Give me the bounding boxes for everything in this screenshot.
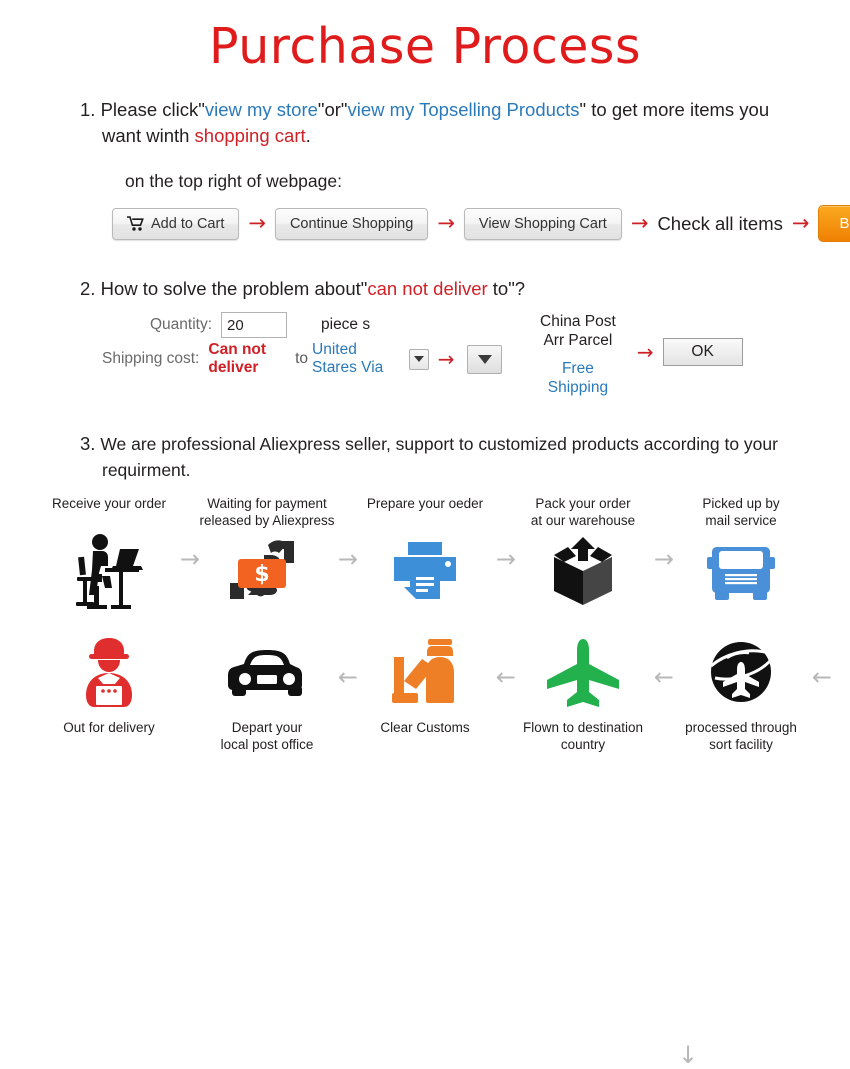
buy-now-button[interactable]: Buy Now [818, 205, 850, 242]
quantity-label: Quantity: [149, 316, 212, 333]
package-box-icon [504, 529, 662, 615]
svg-text:$: $ [254, 562, 269, 587]
car-icon [188, 629, 346, 715]
shopping-cart-text: shopping cart [194, 125, 306, 146]
free-shipping-line1: Free [561, 360, 594, 377]
step-1-text-d: winth [146, 125, 195, 146]
flow-caption-5: Picked up by mail service [702, 496, 780, 528]
flow-step-picked-up: Picked up by mail service [662, 495, 820, 615]
continue-shopping-button[interactable]: Continue Shopping [274, 207, 429, 240]
flowchart-row-2: Out for delivery Depart your local post … [0, 629, 850, 753]
view-shopping-cart-button[interactable]: View Shopping Cart [463, 207, 622, 240]
shipping-cost-row: Shipping cost: Can not deliver to United… [102, 341, 502, 376]
chevron-down-icon-small [413, 356, 424, 362]
step-1-subnote: on the top right of webpage: [125, 171, 342, 191]
arrow-down-icon-flow: ↓ [678, 1041, 699, 1069]
piece-unit-label: piece s [321, 316, 371, 333]
carrier-name-line2: Arr Parcel [543, 332, 613, 349]
arrow-right-icon-5: → [437, 347, 455, 371]
flow-caption-7: Depart your local post office [220, 720, 314, 752]
flow-caption-4: Pack your order at our warehouse [530, 496, 636, 528]
purchase-button-flow: Add to Cart → Continue Shopping → View S… [40, 205, 850, 242]
cash-in-hand-icon: $ [188, 529, 346, 615]
carrier-info: China Post Arr Parcel Free Shipping [540, 310, 616, 397]
globe-plane-icon [662, 629, 820, 715]
continue-shopping-label: Continue Shopping [289, 215, 414, 232]
flow-step-flown-destination: Flown to destination country ← [504, 629, 674, 753]
flow-caption-3: Prepare your oeder [366, 496, 484, 511]
page-title: Purchase Process [209, 18, 641, 75]
delivery-truck-icon [662, 529, 820, 615]
flow-caption-10: processed through sort facility [685, 720, 797, 752]
step-1-text: 1. Please click"view my store"or"view my… [40, 97, 810, 149]
printer-icon [346, 529, 504, 615]
arrow-right-icon-1: → [248, 211, 266, 235]
step-3-text: 3. We are professional Aliexpress seller… [40, 431, 810, 483]
quantity-input[interactable] [221, 312, 287, 338]
buy-now-label: Buy Now [839, 215, 850, 232]
step-1-text-e: . [305, 125, 311, 146]
delivery-person-icon [30, 629, 188, 715]
airplane-icon [504, 629, 662, 715]
view-my-store-link[interactable]: view my store [205, 99, 318, 120]
shopping-cart-icon [127, 216, 144, 231]
flow-step-out-for-delivery: Out for delivery [30, 629, 188, 753]
flow-step-pack-order: Pack your order at our warehouse → [504, 495, 674, 615]
arrow-right-icon-2: → [437, 211, 455, 235]
flow-caption-2: Waiting for payment released by Aliexpres… [199, 496, 335, 528]
step-3-description: We are professional Aliexpress seller, s… [100, 434, 778, 480]
step-3-number: 3. [80, 433, 96, 454]
check-all-items-label: Check all items [657, 212, 783, 234]
shipping-to-word: to [295, 350, 309, 367]
view-shopping-cart-label: View Shopping Cart [478, 215, 607, 232]
step-2-text-b: to"? [487, 278, 526, 299]
step-1-line2: winth shopping cart. [146, 125, 311, 146]
shipping-destination-text: United Stares Via [312, 341, 384, 376]
destination-dropdown[interactable] [408, 348, 429, 370]
arrow-right-icon-3: → [630, 211, 649, 235]
carrier-dropdown[interactable] [467, 344, 502, 374]
can-not-deliver-text: can not deliver [367, 278, 488, 299]
ok-row: → OK [628, 310, 743, 366]
chevron-down-icon-large [477, 354, 492, 364]
free-shipping-line2: Shipping [547, 379, 609, 396]
ok-label: OK [691, 343, 714, 360]
step-2-text: 2. How to solve the problem about"can no… [40, 276, 810, 302]
step-1-number: 1. [80, 99, 96, 120]
flow-step-sort-facility: processed through sort facility ← [662, 629, 832, 753]
flow-step-waiting-payment: Waiting for payment released by Aliexpres… [188, 495, 358, 615]
flow-step-clear-customs: Clear Customs ← [346, 629, 516, 753]
shipping-cost-label: Shipping cost: [102, 350, 200, 367]
flow-caption-8: Clear Customs [380, 720, 470, 735]
arrow-left-icon-flow-4: ← [811, 663, 832, 691]
step-2-number: 2. [80, 278, 96, 299]
flow-step-depart-post-office: Depart your local post office ← [188, 629, 358, 753]
shipping-form: Quantity: piece s Shipping cost: Can not… [40, 310, 810, 397]
quantity-row: Quantity: piece s [102, 310, 502, 340]
flow-caption-6: Out for delivery [63, 720, 155, 735]
step-1-text-a: Please click" [100, 99, 205, 120]
arrow-right-icon-6: → [636, 340, 654, 364]
arrow-right-icon-4: → [791, 211, 810, 235]
flowchart-row-1: Receive your order → Waiting for payment… [0, 495, 850, 615]
shipping-error-text: Can not deliver [208, 341, 267, 376]
flow-step-prepare-order: Prepare your oeder → [346, 495, 516, 615]
flow-step-receive-order: Receive your order → [30, 495, 200, 615]
step-1-text-b: "or" [317, 99, 348, 120]
step-2-text-a: How to solve the problem about" [100, 278, 368, 299]
flow-caption-1: Receive your order [51, 496, 167, 511]
customs-officer-icon [346, 629, 504, 715]
add-to-cart-button[interactable]: Add to Cart [112, 207, 240, 240]
person-at-desk-icon [30, 529, 188, 615]
carrier-name-line1: China Post [540, 313, 616, 330]
ok-button[interactable]: OK [662, 338, 743, 366]
add-to-cart-label: Add to Cart [151, 215, 225, 232]
view-topselling-products-link[interactable]: view my Topselling Products [348, 99, 580, 120]
shipping-flowchart: Receive your order → Waiting for payment… [0, 495, 850, 1067]
flow-caption-9: Flown to destination country [522, 720, 644, 752]
